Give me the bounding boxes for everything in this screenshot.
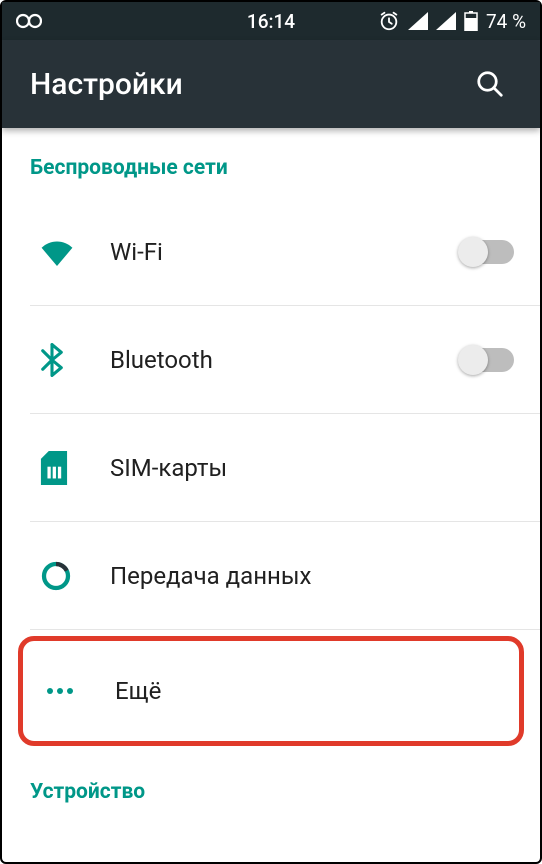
signal-1-icon — [408, 12, 428, 30]
row-sim[interactable]: SIM-карты — [30, 414, 540, 522]
row-bluetooth[interactable]: Bluetooth — [30, 306, 540, 414]
settings-list: Беспроводные сети Wi-Fi Bluetooth — [2, 128, 540, 822]
search-button[interactable] — [468, 62, 512, 106]
alarm-icon — [378, 10, 400, 32]
row-bluetooth-label: Bluetooth — [110, 346, 460, 374]
row-wifi[interactable]: Wi-Fi — [30, 198, 540, 306]
row-data-label: Передача данных — [110, 562, 514, 590]
section-wireless-header: Беспроводные сети — [2, 128, 540, 198]
battery-icon — [464, 11, 478, 31]
status-os-icon — [16, 10, 42, 32]
bluetooth-toggle[interactable] — [460, 348, 514, 372]
page-title: Настройки — [30, 67, 468, 102]
row-sim-label: SIM-карты — [110, 454, 514, 482]
device-frame: 16:14 74 % Настройки — [0, 0, 542, 864]
data-usage-icon — [40, 560, 110, 592]
sim-icon — [40, 451, 110, 485]
row-more-label: Ещё — [115, 677, 509, 705]
search-icon — [475, 69, 505, 99]
row-more[interactable]: Ещё — [18, 636, 524, 746]
wifi-icon — [40, 238, 110, 266]
battery-text: 74 % — [486, 10, 526, 33]
cyanogen-icon — [16, 10, 42, 32]
more-icon — [45, 686, 115, 696]
row-data-usage[interactable]: Передача данных — [30, 522, 540, 630]
section-device-header: Устройство — [2, 752, 540, 822]
row-wifi-label: Wi-Fi — [110, 238, 460, 266]
signal-2-icon — [436, 12, 456, 30]
app-bar: Настройки — [2, 40, 540, 128]
status-right-cluster: 74 % — [378, 10, 526, 33]
wifi-toggle[interactable] — [460, 240, 514, 264]
status-bar: 16:14 74 % — [2, 2, 540, 40]
status-time: 16:14 — [247, 10, 295, 33]
bluetooth-icon — [40, 343, 110, 377]
